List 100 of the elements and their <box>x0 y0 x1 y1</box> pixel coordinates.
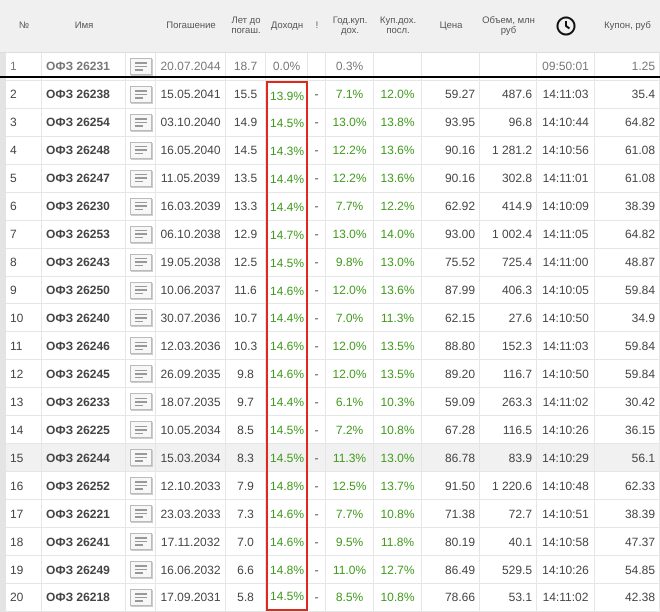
annual-coupon-yield: 7.1% <box>336 87 364 102</box>
price-cell: 89.20 <box>444 366 475 381</box>
yield-value: 14.8% <box>270 479 304 494</box>
last-coupon-yield: 13.7% <box>380 478 415 493</box>
document-icon[interactable] <box>130 282 152 298</box>
coupon-cell: 38.39 <box>624 506 655 521</box>
document-icon[interactable] <box>130 114 152 131</box>
maturity-date: 15.05.2041 <box>160 87 221 102</box>
flag-cell: - <box>314 310 318 325</box>
bond-name: ОФЗ 26241 <box>46 534 110 549</box>
document-icon[interactable] <box>130 337 152 354</box>
annual-coupon-yield: 11.0% <box>332 562 366 577</box>
annual-coupon-yield: 8.5% <box>336 590 364 604</box>
document-icon[interactable] <box>130 254 152 271</box>
document-icon[interactable] <box>130 393 152 410</box>
bond-name: ОФЗ 26253 <box>46 227 110 242</box>
document-icon[interactable] <box>130 561 152 578</box>
document-icon[interactable] <box>130 533 152 550</box>
flag-cell: - <box>314 562 318 577</box>
maturity-date: 03.10.2040 <box>160 115 221 130</box>
row-number: 7 <box>10 227 17 242</box>
price-cell: 90.16 <box>444 143 475 158</box>
maturity-date: 10.05.2034 <box>160 422 221 437</box>
maturity-date: 11.05.2039 <box>160 171 220 186</box>
document-icon[interactable] <box>130 198 152 215</box>
price-cell: 80.19 <box>444 534 475 549</box>
row-number: 5 <box>10 171 17 186</box>
annual-coupon-yield: 0.3% <box>336 59 364 74</box>
flag-cell: - <box>314 590 318 604</box>
coupon-cell: 62.33 <box>624 478 655 493</box>
column-header[interactable]: Куп.дох. посл. <box>374 16 422 36</box>
last-coupon-yield: 11.8% <box>380 534 414 549</box>
column-header[interactable]: Погашение <box>166 20 216 31</box>
coupon-cell: 47.37 <box>624 534 655 549</box>
highlighted-row[interactable]: 15 ОФЗ 26244 15.03.2034 8.3 14.5% - 11.3% 13.0% 86.78 83.9 14:10:29 56.1 <box>6 444 660 472</box>
price-cell: 93.00 <box>444 227 475 242</box>
years-to-maturity: 12.5 <box>234 255 258 270</box>
years-to-maturity: 13.5 <box>234 171 258 186</box>
document-icon[interactable] <box>130 421 152 438</box>
document-icon[interactable] <box>130 58 152 75</box>
coupon-cell: 59.84 <box>624 283 655 297</box>
document-icon[interactable] <box>130 588 152 606</box>
document-icon[interactable] <box>130 226 152 243</box>
yield-value: 14.5% <box>270 589 304 604</box>
document-icon[interactable] <box>130 505 152 522</box>
column-header[interactable]: Год.куп. дох. <box>326 16 374 36</box>
document-icon[interactable] <box>130 449 152 466</box>
row-number: 11 <box>10 338 22 353</box>
column-header[interactable]: ! <box>316 20 318 31</box>
flag-cell: - <box>314 171 318 186</box>
maturity-date: 23.03.2033 <box>160 506 221 521</box>
document-icon[interactable] <box>130 170 152 187</box>
yield-value: 14.4% <box>270 311 304 326</box>
column-header[interactable]: № <box>18 20 30 31</box>
coupon-cell: 59.84 <box>624 366 655 381</box>
price-cell: 59.27 <box>444 87 475 102</box>
row-number: 12 <box>10 366 24 381</box>
maturity-date: 20.07.2044 <box>160 59 221 74</box>
last-coupon-yield: 13.0% <box>380 450 415 465</box>
time-cell: 14:11:02 <box>542 394 588 409</box>
row-number: 18 <box>10 534 24 549</box>
document-icon[interactable] <box>130 309 152 326</box>
maturity-date: 12.10.2033 <box>160 478 221 493</box>
column-header[interactable]: Объем, млн руб <box>480 16 537 36</box>
column-header[interactable]: Цена <box>440 20 462 31</box>
volume-cell: 72.7 <box>508 506 532 521</box>
row-number: 10 <box>10 310 24 325</box>
flag-cell: - <box>314 115 318 130</box>
yield-value: 14.5% <box>270 256 304 270</box>
coupon-cell: 36.15 <box>624 422 655 437</box>
column-header[interactable]: Лет до погаш. <box>226 16 266 36</box>
column-header[interactable]: Купон, руб <box>604 20 651 31</box>
yield-value: 14.4% <box>270 172 304 186</box>
volume-cell: 302.8 <box>502 171 532 186</box>
row-number: 17 <box>10 506 24 521</box>
yield-value: 14.6% <box>270 535 304 550</box>
price-cell: 62.15 <box>444 310 475 325</box>
flag-cell: - <box>314 143 318 158</box>
flag-cell: - <box>314 534 318 549</box>
document-icon[interactable] <box>130 142 152 159</box>
price-cell: 59.09 <box>444 394 475 409</box>
flag-cell: - <box>314 283 318 297</box>
document-icon[interactable] <box>130 86 152 103</box>
coupon-cell: 30.42 <box>624 394 655 409</box>
maturity-date: 26.09.2035 <box>160 366 221 381</box>
maturity-date: 19.05.2038 <box>160 255 221 270</box>
column-header[interactable]: Имя <box>74 20 94 31</box>
maturity-date: 15.03.2034 <box>160 450 221 465</box>
bond-name: ОФЗ 26244 <box>46 450 110 465</box>
document-icon[interactable] <box>130 477 152 494</box>
row-number: 19 <box>10 562 24 577</box>
row-number: 14 <box>10 422 24 437</box>
volume-cell: 414.9 <box>502 199 532 214</box>
column-header[interactable]: Доходн <box>270 20 304 31</box>
price-cell: 87.99 <box>444 283 475 297</box>
document-icon[interactable] <box>130 365 152 382</box>
last-coupon-yield: 13.0% <box>380 255 415 270</box>
bond-name: ОФЗ 26233 <box>46 394 110 409</box>
yield-value: 14.3% <box>270 144 304 158</box>
time-cell: 14:11:05 <box>542 227 588 242</box>
